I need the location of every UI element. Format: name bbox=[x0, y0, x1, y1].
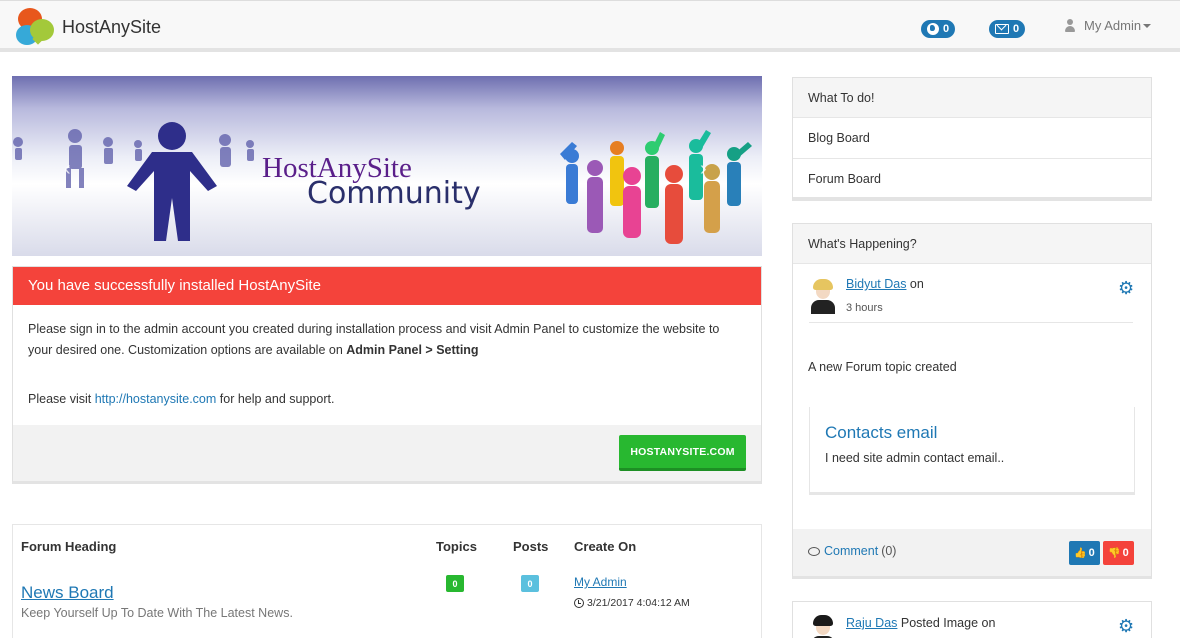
divider bbox=[809, 322, 1133, 323]
alert-body: Please sign in to the admin account you … bbox=[13, 305, 761, 410]
forum-description: Keep Yourself Up To Date With The Latest… bbox=[21, 606, 293, 620]
caret-down-icon bbox=[1143, 23, 1152, 28]
brand-name[interactable]: HostAnySite bbox=[62, 17, 161, 38]
whats-happening-heading: What's Happening? bbox=[793, 224, 1151, 264]
activity-footer: Comment (0) 👍 0 👎 0 bbox=[793, 529, 1151, 576]
column-forum-heading: Forum Heading bbox=[21, 539, 117, 554]
column-topics: Topics bbox=[436, 539, 477, 554]
activity-user-line: Bidyut Das on bbox=[846, 277, 924, 291]
activity-text: A new Forum topic created bbox=[808, 360, 957, 374]
activity-time: 3 hours bbox=[846, 302, 883, 314]
topic-card[interactable]: Contacts email I need site admin contact… bbox=[809, 407, 1135, 495]
todo-item-blog-board[interactable]: Blog Board bbox=[793, 118, 1151, 159]
todo-item-forum-board[interactable]: Forum Board bbox=[793, 159, 1151, 200]
support-suffix: for help and support. bbox=[216, 392, 335, 406]
user-menu[interactable]: My Admin bbox=[1064, 18, 1152, 33]
envelope-icon bbox=[995, 24, 1009, 34]
forum-creator-link[interactable]: My Admin bbox=[574, 575, 627, 589]
forum-created-date: 3/21/2017 4:04:12 AM bbox=[587, 597, 690, 609]
brand[interactable]: HostAnySite bbox=[16, 6, 161, 48]
support-link[interactable]: http://hostanysite.com bbox=[95, 392, 217, 406]
comment-button[interactable]: Comment (0) bbox=[808, 544, 896, 558]
comment-label: Comment bbox=[824, 544, 879, 558]
column-posts: Posts bbox=[513, 539, 549, 554]
avatar[interactable] bbox=[809, 614, 837, 638]
topic-description: I need site admin contact email.. bbox=[825, 451, 1005, 465]
hostanysite-button[interactable]: HOSTANYSITE.COM bbox=[619, 435, 746, 471]
support-prefix: Please visit bbox=[28, 392, 95, 406]
carousel-prev-arrow[interactable]: ‹ bbox=[64, 158, 71, 181]
forum-created-on: 3/21/2017 4:04:12 AM bbox=[574, 597, 690, 609]
carousel-next-arrow[interactable]: › bbox=[700, 158, 707, 181]
posts-count-badge: 0 bbox=[521, 575, 539, 592]
gear-icon[interactable]: ⚙ bbox=[1118, 617, 1135, 635]
activity-user-line: Raju Das Posted Image on bbox=[846, 616, 995, 630]
like-count: 0 bbox=[1088, 547, 1095, 559]
top-navbar: HostAnySite 0 0 My Admin bbox=[0, 0, 1180, 52]
forum-table: Forum Heading Topics Posts Create On New… bbox=[12, 524, 762, 638]
activity-action: on bbox=[906, 277, 924, 291]
notifications-button[interactable]: 0 bbox=[921, 20, 956, 38]
comment-count: (0) bbox=[881, 544, 897, 558]
user-menu-label: My Admin bbox=[1084, 18, 1142, 33]
topics-count-badge: 0 bbox=[446, 575, 464, 592]
clock-icon bbox=[574, 598, 584, 608]
messages-count: 0 bbox=[1013, 23, 1020, 35]
what-to-do-panel: What To do! Blog Board Forum Board bbox=[792, 77, 1152, 201]
alert-instructions: Please sign in to the admin account you … bbox=[28, 319, 746, 361]
messages-button[interactable]: 0 bbox=[989, 20, 1026, 38]
alert-footer: HOSTANYSITE.COM bbox=[13, 425, 761, 481]
activity-user-link[interactable]: Raju Das bbox=[846, 616, 897, 630]
banner-title-line2: Community bbox=[307, 176, 481, 211]
avatar[interactable] bbox=[809, 278, 837, 314]
like-button[interactable]: 👍 0 bbox=[1069, 541, 1100, 565]
install-alert-panel: You have successfully installed HostAnyS… bbox=[12, 266, 762, 484]
notifications-count: 0 bbox=[943, 23, 950, 35]
site-logo bbox=[16, 7, 56, 47]
thumbs-down-icon: 👎 bbox=[1108, 547, 1121, 559]
globe-icon bbox=[927, 23, 939, 35]
activity-item-next: Raju Das Posted Image on ⚙ bbox=[792, 601, 1152, 638]
thumbs-up-icon: 👍 bbox=[1074, 547, 1087, 559]
column-create-on: Create On bbox=[574, 539, 637, 554]
comment-icon bbox=[808, 546, 820, 556]
alert-heading: You have successfully installed HostAnyS… bbox=[13, 267, 761, 305]
admin-panel-path: Admin Panel > Setting bbox=[346, 343, 479, 357]
banner-carousel: HostAnySite Community ‹ › bbox=[12, 76, 762, 256]
user-icon bbox=[1064, 18, 1076, 33]
forum-link-news-board[interactable]: News Board bbox=[21, 583, 114, 603]
alert-support: Please visit http://hostanysite.com for … bbox=[28, 389, 746, 410]
activity-user-link[interactable]: Bidyut Das bbox=[846, 277, 906, 291]
dislike-button[interactable]: 👎 0 bbox=[1103, 541, 1134, 565]
dislike-count: 0 bbox=[1122, 547, 1129, 559]
whats-happening-panel: What's Happening? Bidyut Das on 3 hours … bbox=[792, 223, 1152, 579]
activity-action: Posted Image on bbox=[897, 616, 996, 630]
what-to-do-heading: What To do! bbox=[793, 78, 1151, 118]
gear-icon[interactable]: ⚙ bbox=[1118, 279, 1135, 297]
topic-title[interactable]: Contacts email bbox=[825, 423, 937, 443]
